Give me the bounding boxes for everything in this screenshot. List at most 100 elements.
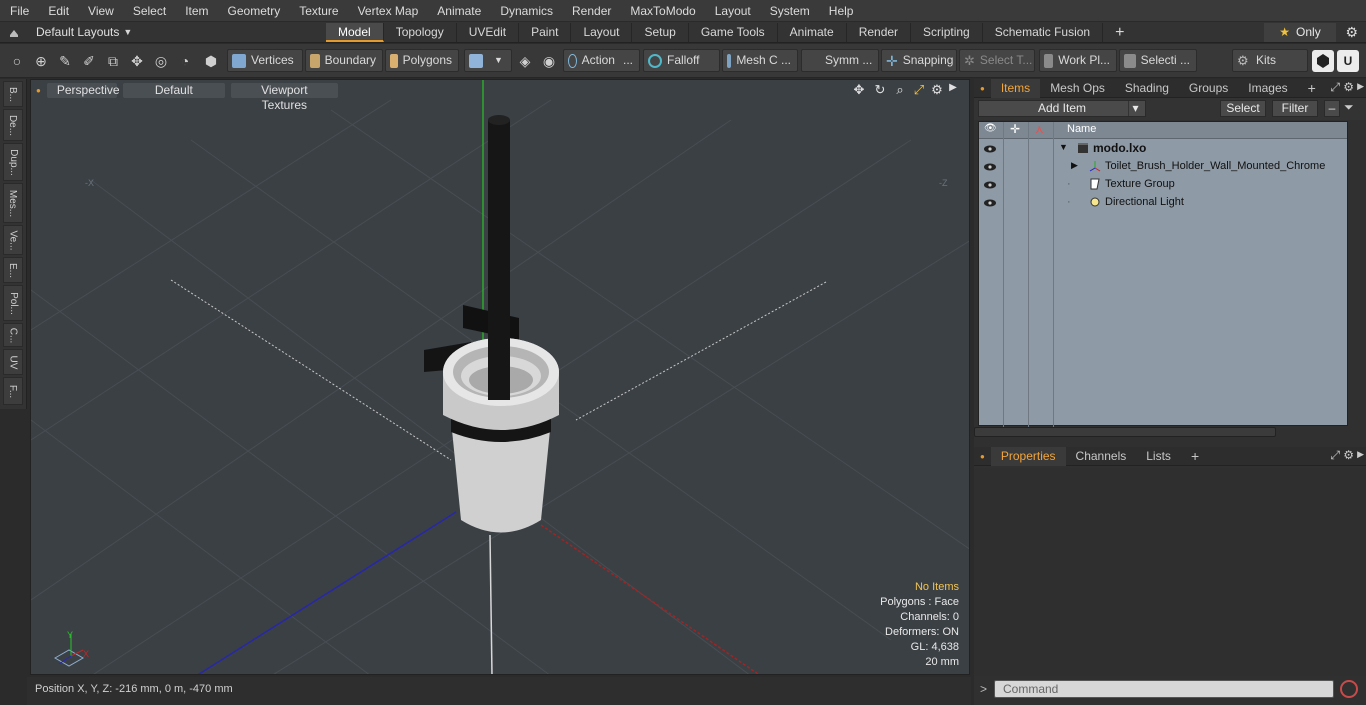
item-list-scrollbar[interactable] <box>974 427 1276 437</box>
item-row-texture-group[interactable]: · Texture Group <box>979 176 1347 194</box>
layout-selector[interactable]: Default Layouts ▼ <box>0 22 326 43</box>
item-row-mesh[interactable]: ▶ Toilet_Brush_Holder_Wall_Mounted_Chrom… <box>979 158 1347 176</box>
tab-topology[interactable]: Topology <box>384 22 457 42</box>
tab-setup[interactable]: Setup <box>632 22 689 42</box>
gear-icon[interactable]: ⚙ <box>1345 24 1358 41</box>
expand-arrow-icon[interactable]: ▶ <box>1071 160 1078 171</box>
tab-scripting[interactable]: Scripting <box>911 22 983 42</box>
menu-select[interactable]: Select <box>123 0 175 22</box>
tab-model[interactable]: Model <box>326 22 384 42</box>
tab-uvedit[interactable]: UVEdit <box>457 22 520 42</box>
tab-properties[interactable]: Properties <box>990 446 1066 466</box>
polygons-button[interactable]: Polygons <box>385 49 459 72</box>
panel-gear-icon[interactable]: ⚙ <box>1343 448 1354 462</box>
brush-icon[interactable]: ✐ <box>80 52 98 70</box>
menu-animate[interactable]: Animate <box>427 0 490 22</box>
action-center-button[interactable]: Action... <box>563 49 640 72</box>
render-col-icon[interactable]: ⋏ <box>1035 122 1044 136</box>
rotate-icon[interactable]: ◔ <box>176 52 194 70</box>
tab-paint[interactable]: Paint <box>519 22 572 42</box>
rotate-view-icon[interactable]: ↻ <box>872 82 888 98</box>
eye-icon[interactable] <box>983 160 997 174</box>
unity-icon[interactable] <box>1312 50 1334 72</box>
mirror-icon[interactable]: ⧉ <box>104 52 122 70</box>
item-row-scene[interactable]: ▼ modo.lxo <box>979 140 1347 158</box>
pen-icon[interactable]: ✎ <box>56 52 74 70</box>
vtab-uv[interactable]: UV <box>3 349 23 375</box>
item-list[interactable]: 👁 ✛ ⋏ Name ▼ modo.lxo ▶ Toilet_Brush_Hol… <box>978 121 1348 427</box>
collapse-icon[interactable]: – <box>1324 100 1340 117</box>
tab-groups[interactable]: Groups <box>1179 79 1238 98</box>
shield-icon[interactable]: ⬢ <box>202 52 220 70</box>
tab-render[interactable]: Render <box>847 22 912 42</box>
tab-images[interactable]: Images <box>1238 79 1297 98</box>
menu-file[interactable]: File <box>0 0 38 22</box>
command-input[interactable]: Command <box>994 680 1334 698</box>
snapping-button[interactable]: ✛ Snapping <box>881 49 957 72</box>
select-button[interactable]: Select <box>1220 100 1266 117</box>
vtab-vertex[interactable]: Ve... <box>3 225 23 255</box>
add-panel-tab-icon[interactable]: + <box>1298 79 1326 98</box>
tab-mesh-ops[interactable]: Mesh Ops <box>1040 79 1115 98</box>
add-item-button[interactable]: Add Item ▾ <box>978 100 1146 117</box>
zoom-icon[interactable]: ⌕ <box>892 82 908 98</box>
chevron-down-icon[interactable]: ▾ <box>1128 101 1142 116</box>
panel-expand-icon[interactable]: ⤢ <box>1330 448 1340 463</box>
tab-schematic-fusion[interactable]: Schematic Fusion <box>983 22 1104 42</box>
tab-shading[interactable]: Shading <box>1115 79 1179 98</box>
textures-dropdown[interactable]: Viewport Textures <box>230 82 338 112</box>
3d-viewport[interactable]: Y X -X -Z ● Perspective Default Viewport… <box>30 79 970 675</box>
menu-help[interactable]: Help <box>819 0 863 22</box>
tab-animate[interactable]: Animate <box>778 22 847 42</box>
filter-button[interactable]: Filter <box>1272 100 1318 117</box>
kits-button[interactable]: ⚙ Kits <box>1232 49 1308 72</box>
menu-render[interactable]: Render <box>562 0 620 22</box>
visibility-col-icon[interactable]: 👁 <box>984 123 997 134</box>
menu-texture[interactable]: Texture <box>289 0 347 22</box>
funnel-icon[interactable]: ⏷ <box>1344 100 1354 115</box>
vertices-button[interactable]: Vertices <box>227 49 303 72</box>
tab-layout[interactable]: Layout <box>571 22 633 42</box>
record-macro-icon[interactable] <box>1340 680 1358 698</box>
symmetry-button[interactable]: Symm ... <box>801 49 879 72</box>
name-column-header[interactable]: Name <box>1067 123 1096 135</box>
vtab-duplicate[interactable]: Dup... <box>3 143 23 181</box>
viewport-gear-icon[interactable]: ⚙ <box>929 82 945 98</box>
vtab-fusion[interactable]: F... <box>3 377 23 405</box>
tab-lists[interactable]: Lists <box>1136 447 1181 466</box>
vtab-basic[interactable]: B... <box>3 81 23 107</box>
menu-item[interactable]: Item <box>175 0 217 22</box>
mesh-constraint-button[interactable]: Mesh C ... <box>722 49 798 72</box>
vtab-polygon[interactable]: Pol... <box>3 285 23 321</box>
viewport-menu-arrow-icon[interactable]: ▶ <box>945 82 961 93</box>
circle-select-icon[interactable]: ○ <box>8 52 26 70</box>
item-mode-button[interactable]: ▼ <box>464 49 512 72</box>
panel-arrow-icon[interactable]: ▶ <box>1357 81 1364 92</box>
falloff-button[interactable]: Falloff <box>643 49 720 72</box>
center-icon[interactable]: ◎ <box>152 52 170 70</box>
view-type-dropdown[interactable]: Perspective <box>46 82 120 98</box>
pan-icon[interactable]: ✥ <box>851 82 867 98</box>
select-through-button[interactable]: ✲ Select T... <box>959 49 1035 72</box>
collapse-arrow-icon[interactable]: ▼ <box>1059 142 1068 152</box>
transform-icon[interactable]: ✥ <box>128 52 146 70</box>
brush-handle[interactable] <box>488 115 510 400</box>
menu-system[interactable]: System <box>760 0 819 22</box>
symmetry-toggle-icon[interactable]: ◉ <box>540 52 558 70</box>
unreal-icon[interactable]: U <box>1337 50 1359 72</box>
boundary-button[interactable]: Boundary <box>305 49 383 72</box>
work-plane-button[interactable]: Work Pl... <box>1039 49 1117 72</box>
lock-col-icon[interactable]: ✛ <box>1010 122 1020 136</box>
tab-channels[interactable]: Channels <box>1066 447 1137 466</box>
eye-icon[interactable] <box>983 178 997 192</box>
menu-view[interactable]: View <box>78 0 123 22</box>
panel-arrow-icon[interactable]: ▶ <box>1357 449 1364 460</box>
menu-layout[interactable]: Layout <box>705 0 760 22</box>
eye-icon[interactable] <box>983 196 997 210</box>
viewport-scene[interactable] <box>31 80 970 675</box>
tab-items[interactable]: Items <box>990 78 1041 98</box>
menu-geometry[interactable]: Geometry <box>218 0 290 22</box>
shading-dropdown[interactable]: Default <box>122 82 225 98</box>
vtab-curve[interactable]: C... <box>3 323 23 347</box>
menu-dynamics[interactable]: Dynamics <box>490 0 562 22</box>
